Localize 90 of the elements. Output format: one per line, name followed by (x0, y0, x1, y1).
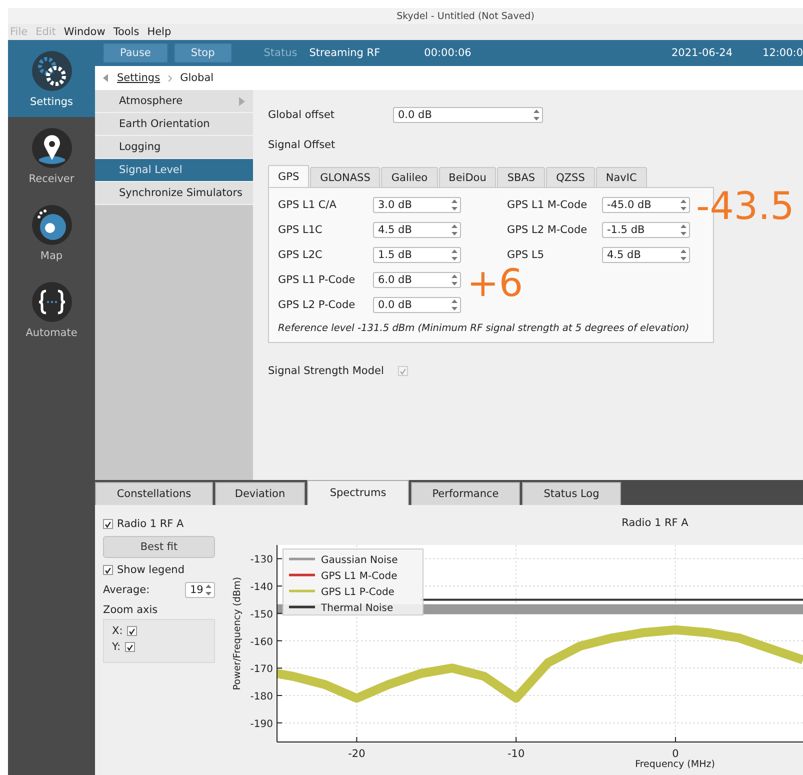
nav-item[interactable]: Settings (8, 40, 95, 117)
nav-item[interactable]: Map (8, 194, 95, 271)
time-text: 12:00:0 (762, 47, 803, 59)
x-tick-label: -10 (508, 748, 525, 760)
spin-box[interactable]: 4.5 dB (602, 247, 690, 263)
spin-box[interactable]: -1.5 dB (602, 222, 690, 238)
field-label: GPS L2C (278, 249, 324, 261)
status-label: Status (264, 47, 298, 59)
y-axis-label: Power/Frequency (dBm) (232, 576, 243, 690)
sidebar-item[interactable]: Signal Level (95, 159, 253, 182)
x-axis-label: Frequency (MHz) (635, 759, 715, 770)
tab[interactable]: SBAS (497, 167, 546, 187)
tab[interactable]: GPS (268, 165, 310, 187)
tab[interactable]: Status Log (522, 482, 621, 505)
field-label: GPS L2 M-Code (507, 224, 588, 236)
field-label: GPS L1C (278, 224, 324, 236)
legend-label: GPS L1 P-Code (321, 587, 394, 598)
spin-box[interactable]: 1.5 dB (373, 247, 461, 263)
tab[interactable]: Constellations (95, 482, 213, 505)
tab[interactable]: Spectrums (307, 480, 409, 505)
checkbox[interactable] (126, 626, 137, 636)
y-tick-label: -170 (250, 664, 273, 676)
tab[interactable]: Deviation (215, 482, 305, 505)
field-label: GPS L1 C/A (278, 199, 338, 211)
checkbox-label: Y: (112, 641, 121, 653)
chevron-icon (168, 74, 172, 82)
tab[interactable]: Performance (411, 482, 520, 505)
section-label: Signal Offset (268, 139, 336, 151)
field-label: Average: (103, 584, 150, 596)
breadcrumb-current: Global (180, 72, 214, 84)
tab[interactable]: GLONASS (310, 167, 380, 187)
field-label: GPS L1 M-Code (507, 199, 588, 211)
checkbox[interactable] (124, 642, 135, 652)
y-tick-label: -130 (250, 554, 273, 566)
legend-label: Gaussian Noise (321, 555, 398, 566)
chart-title: Radio 1 RF A (622, 517, 688, 529)
gears-icon (30, 50, 72, 92)
checkbox[interactable] (103, 565, 113, 575)
menu-item[interactable]: Tools (113, 26, 140, 38)
legend-label: Thermal Noise (320, 603, 394, 614)
spin-box[interactable]: -45.0 dB (602, 197, 690, 213)
sidebar-item[interactable]: Atmosphere (95, 90, 253, 113)
window-title: Skydel - Untitled (Not Saved) (396, 10, 534, 22)
spin-box[interactable]: 3.0 dB (373, 197, 461, 213)
tab[interactable]: QZSS (546, 167, 595, 187)
menu-item[interactable]: Window (64, 26, 106, 38)
sidebar-item[interactable]: Logging (95, 136, 253, 159)
field-label: Global offset (268, 109, 336, 121)
y-tick-label: -180 (250, 691, 273, 702)
reference-note: Reference level -131.5 dBm (Minimum RF signal strength at 5 degrees of elevation) (278, 323, 690, 334)
sidebar-item[interactable]: Earth Orientation (95, 113, 253, 136)
elapsed-time: 00:00:06 (424, 47, 472, 59)
checkbox-label: Show legend (117, 564, 184, 576)
sidebar-item[interactable]: Synchronize Simulators (95, 182, 253, 205)
x-tick-label: -20 (348, 748, 366, 760)
tab[interactable]: Galileo (381, 167, 438, 187)
nav-item[interactable]: Receiver (8, 117, 95, 194)
group-label: Zoom axis (103, 604, 159, 616)
x-tick-label: 0 (672, 748, 679, 760)
tab[interactable]: BeiDou (438, 167, 496, 187)
breadcrumb-link[interactable]: Settings (117, 72, 160, 84)
back-icon[interactable] (103, 74, 109, 82)
date-text: 2021-06-24 (671, 47, 733, 59)
checkbox[interactable] (103, 519, 113, 529)
tab[interactable]: NavIC (596, 167, 647, 187)
spin-box[interactable]: 0.0 dB (393, 107, 543, 123)
annotation-text: +6 (467, 264, 524, 302)
braces-icon (30, 280, 72, 322)
nav-item[interactable]: Automate (8, 271, 95, 348)
y-tick-label: -160 (250, 636, 273, 648)
spin-box[interactable]: 0.0 dB (373, 297, 461, 313)
checkbox-label: Radio 1 RF A (117, 518, 184, 530)
field-label: GPS L5 (507, 249, 546, 261)
y-tick-label: -150 (250, 609, 273, 620)
y-tick-label: -140 (250, 582, 273, 594)
checkbox-label: X: (112, 625, 123, 637)
legend-label: GPS L1 M-Code (321, 571, 398, 582)
field-label: GPS L2 P-Code (278, 299, 356, 311)
menu-item[interactable]: Help (147, 26, 172, 38)
status-text: Streaming RF (309, 47, 380, 59)
location-pin-icon (30, 126, 72, 168)
spin-box[interactable]: 4.5 dB (373, 222, 461, 238)
spin-box[interactable]: 6.0 dB (373, 272, 461, 288)
globe-icon (30, 204, 72, 246)
spin-box[interactable]: 19 (185, 582, 215, 598)
y-tick-label: -190 (250, 718, 273, 730)
best-fit-button[interactable]: Best fit (103, 536, 215, 558)
annotation-text: -43.5 (696, 187, 794, 225)
field-label: Signal Strength Model (268, 365, 385, 377)
field-label: GPS L1 P-Code (278, 274, 356, 286)
